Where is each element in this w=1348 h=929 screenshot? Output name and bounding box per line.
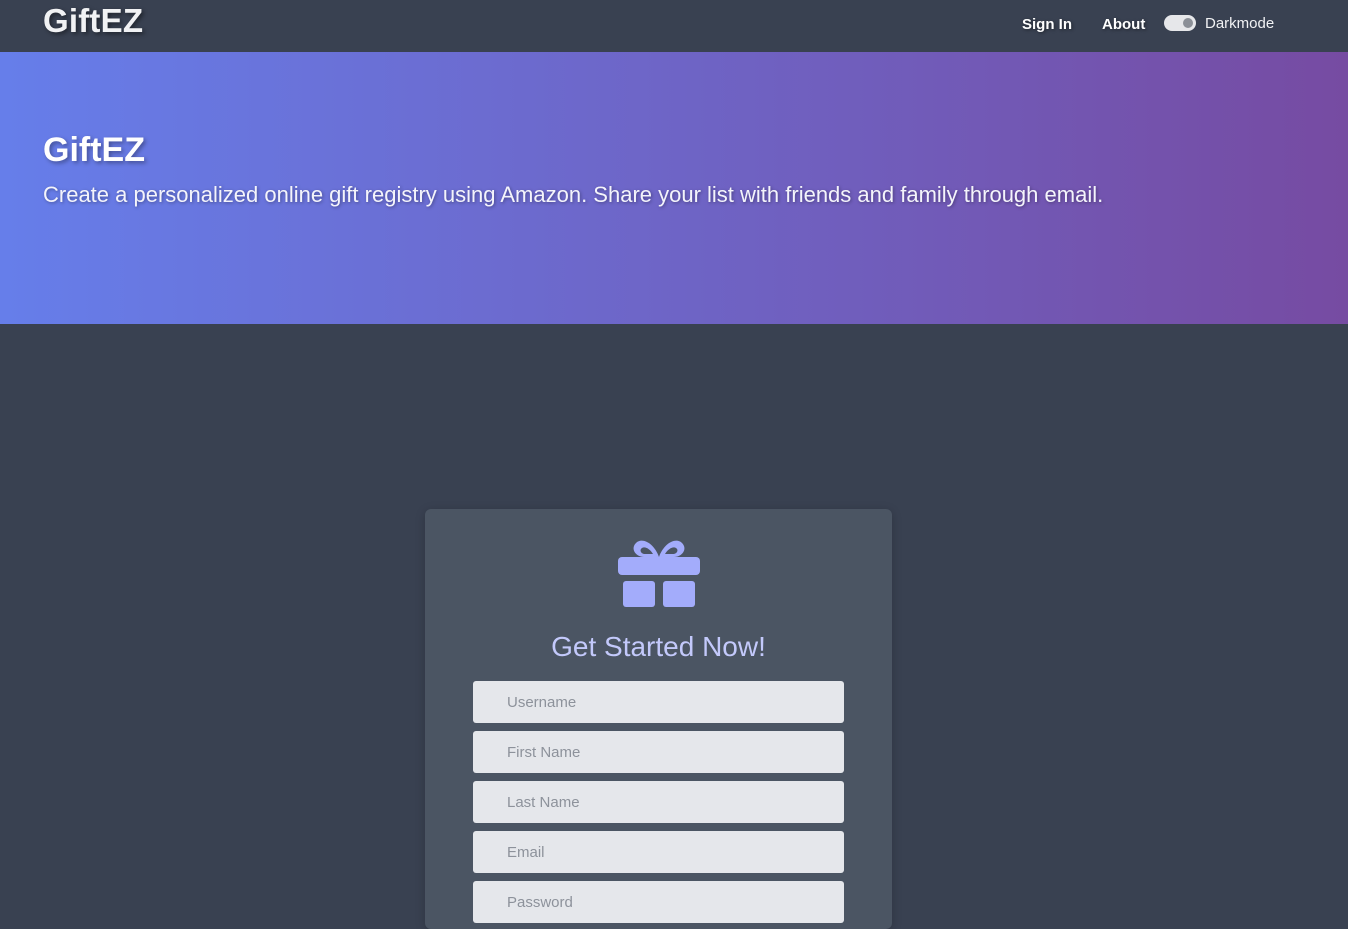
navbar: GiftEZ Sign In About Darkmode bbox=[0, 0, 1348, 52]
gift-icon bbox=[618, 540, 700, 607]
darkmode-toggle[interactable] bbox=[1164, 15, 1196, 31]
hero-subtitle: Create a personalized online gift regist… bbox=[43, 182, 1104, 207]
signup-title: Get Started Now! bbox=[551, 631, 766, 662]
hero-title: GiftEZ bbox=[43, 131, 145, 169]
username-input[interactable] bbox=[473, 681, 844, 723]
nav-about-link[interactable]: About bbox=[1102, 16, 1145, 33]
first-name-input[interactable] bbox=[473, 731, 844, 773]
last-name-input[interactable] bbox=[473, 781, 844, 823]
email-input[interactable] bbox=[473, 831, 844, 873]
password-input[interactable] bbox=[473, 881, 844, 923]
darkmode-toggle-knob bbox=[1183, 18, 1193, 28]
nav-sign-in-link[interactable]: Sign In bbox=[1022, 16, 1072, 33]
darkmode-label[interactable]: Darkmode bbox=[1205, 15, 1274, 32]
hero-banner: GiftEZ Create a personalized online gift… bbox=[0, 52, 1348, 324]
brand-logo[interactable]: GiftEZ bbox=[43, 2, 143, 40]
signup-card: Get Started Now! bbox=[425, 509, 892, 929]
